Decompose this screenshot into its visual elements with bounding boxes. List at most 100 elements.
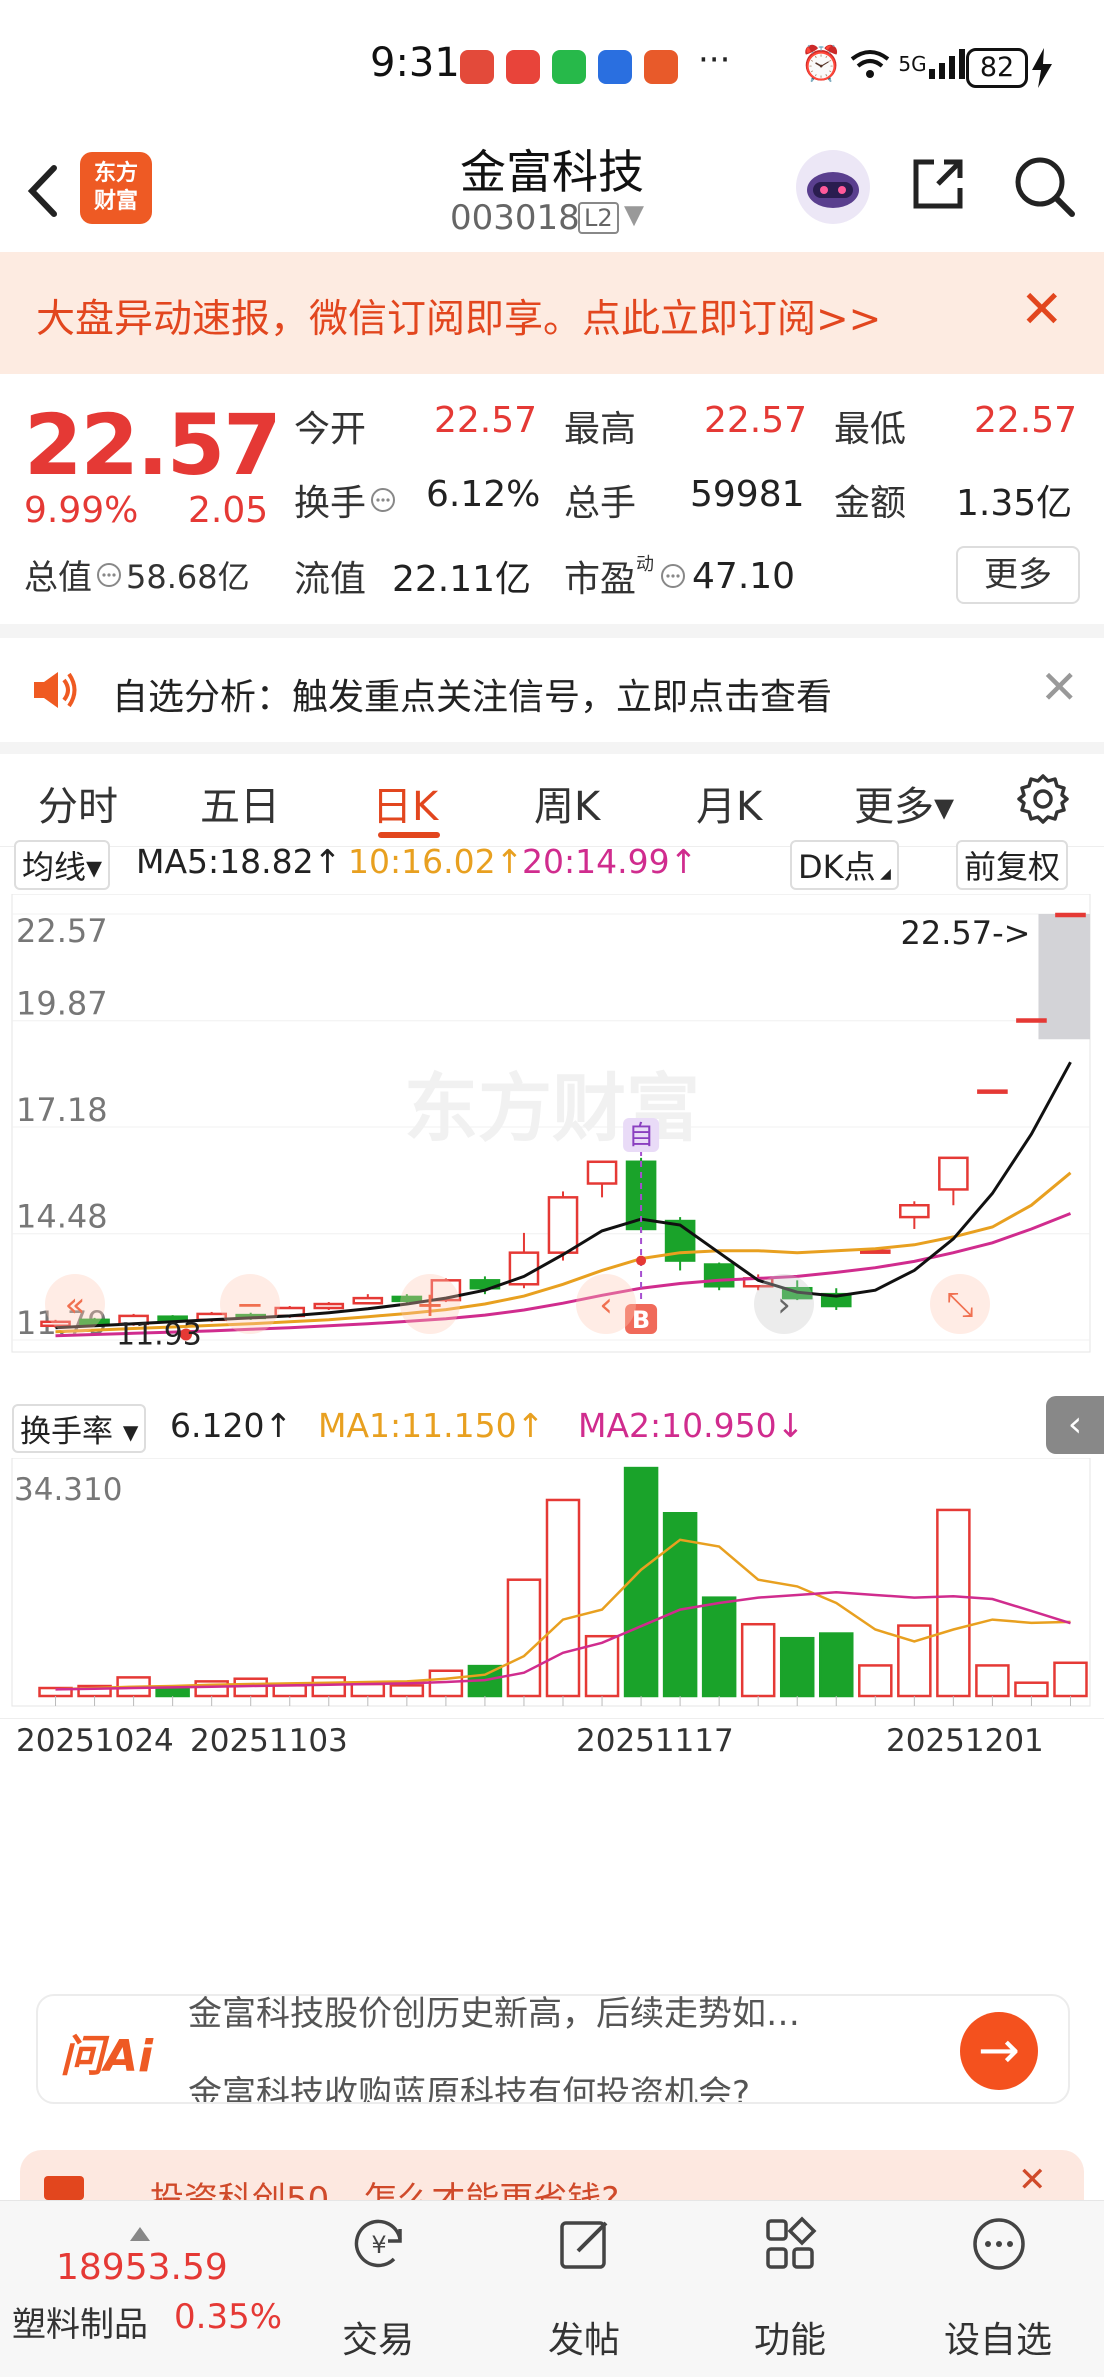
mktcap-value: 58.68亿 xyxy=(126,557,250,596)
pe-wrap[interactable]: 市盈 动 47.10 xyxy=(564,550,795,602)
nav-functions[interactable]: 功能 xyxy=(720,2201,860,2377)
megaphone-icon xyxy=(44,2176,84,2200)
ma-selector[interactable]: 均线▾ xyxy=(14,840,111,890)
info-icon[interactable] xyxy=(370,487,396,513)
alarm-icon: ⏰ xyxy=(800,44,843,84)
turnover-bar xyxy=(311,1676,347,1698)
date-tick-1: 20251024 xyxy=(16,1723,174,1759)
sector-name: 塑料制品 xyxy=(12,2305,148,2345)
close-icon[interactable]: ✕ xyxy=(1018,2160,1047,2200)
turnover-max-label: 34.310 xyxy=(14,1472,122,1508)
turnover-ma1: MA1:11.150↑ xyxy=(318,1406,545,1445)
tab-intraday[interactable]: 分时 xyxy=(38,774,118,832)
dk-point-selector[interactable]: DK点 ◢ xyxy=(790,840,899,890)
signal-icon xyxy=(928,49,965,79)
high-label: 最高 xyxy=(564,409,637,450)
network-type: 5G xyxy=(898,52,927,76)
chart-control-icon: − xyxy=(236,1285,265,1325)
turnover-bar xyxy=(897,1624,932,1698)
chevron-down-icon[interactable]: ▼ xyxy=(624,200,644,230)
tab-five-day[interactable]: 五日 xyxy=(200,774,280,832)
battery-indicator: 82 xyxy=(966,48,1028,88)
promo-banner[interactable]: 投资科创50，怎么才能更省钱? ✕ xyxy=(20,2150,1084,2200)
candle-body xyxy=(1055,912,1086,918)
ma10-value: 10:16.02↑ xyxy=(348,842,524,881)
stock-header: 东方 财富 金富科技 003018 L2 ▼ xyxy=(0,136,1104,253)
share-icon[interactable] xyxy=(908,154,968,214)
ma20-value: 20:14.99↑ xyxy=(522,842,698,881)
float-label: 流值 xyxy=(294,559,367,600)
candle-body xyxy=(352,1296,384,1305)
level2-badge[interactable]: L2 xyxy=(578,202,619,234)
app-icon-4 xyxy=(598,50,632,84)
y-tick-label: 22.57 xyxy=(16,912,108,950)
chart-control-icon: « xyxy=(65,1285,86,1325)
close-icon[interactable]: ✕ xyxy=(1020,280,1064,340)
yen-glyph: ¥ xyxy=(371,2231,386,2259)
indicator-selector[interactable]: 换手率 ▾ xyxy=(12,1404,147,1453)
nav-trade[interactable]: ¥ 交易 xyxy=(308,2201,448,2377)
ai-question-box[interactable]: 问Ai 金富科技股价创历史新高，后续走势如… 金富科技收购蓝原科技有何投资机会?… xyxy=(36,1994,1070,2104)
turnover-label-wrap[interactable]: 换手 xyxy=(294,474,396,526)
info-icon[interactable] xyxy=(660,563,686,589)
more-notifications-icon: ··· xyxy=(698,40,731,80)
app-icon-3 xyxy=(552,50,586,84)
gear-icon[interactable] xyxy=(1016,772,1070,826)
turnover-bar xyxy=(975,1664,1010,1698)
tab-weekly-k[interactable]: 周K xyxy=(534,774,600,832)
info-icon[interactable] xyxy=(96,562,122,588)
nav-post[interactable]: 发帖 xyxy=(514,2201,654,2377)
trade-icon: ¥ xyxy=(354,2219,402,2268)
system-icons: ⏰ 5G xyxy=(800,44,967,84)
subscribe-banner[interactable]: 大盘异动速报，微信订阅即享。点此立即订阅>> ✕ xyxy=(0,252,1104,374)
app-icon-1 xyxy=(460,50,494,84)
candlestick-chart[interactable]: 22.5719.8717.1814.4811.79东方财富22.57->自B11… xyxy=(0,894,1104,1354)
y-tick-label: 14.48 xyxy=(16,1198,108,1236)
status-bar: 9:31 ··· ⏰ 5G 82 xyxy=(0,0,1104,136)
turnover-bar xyxy=(389,1684,425,1698)
tab-monthly-k[interactable]: 月K xyxy=(696,774,762,832)
candle-body xyxy=(977,1089,1008,1094)
tab-more[interactable]: 更多▾ xyxy=(854,774,954,832)
status-time: 9:31 xyxy=(370,40,460,86)
pe-type: 动 xyxy=(636,554,655,575)
banner-text[interactable]: 大盘异动速报，微信订阅即享。点此立即订阅>> xyxy=(36,288,881,344)
promo-text[interactable]: 投资科创50，怎么才能更省钱? xyxy=(150,2172,619,2200)
turnover-bar xyxy=(1053,1661,1088,1698)
more-button[interactable]: 更多 xyxy=(956,546,1080,604)
sector-index[interactable]: 18953.59 塑料制品 0.35% xyxy=(0,2201,290,2377)
search-icon[interactable] xyxy=(1012,154,1078,220)
adjust-mode-button[interactable]: 前复权 xyxy=(956,840,1069,890)
app-icon-2 xyxy=(506,50,540,84)
arrow-right-icon[interactable]: → xyxy=(960,2012,1038,2090)
sector-change: 0.35% xyxy=(174,2297,283,2337)
nav-add-watchlist[interactable]: 设自选 xyxy=(928,2201,1068,2377)
ai-assistant-avatar[interactable] xyxy=(796,150,870,224)
low-label: 最低 xyxy=(834,409,907,450)
date-tick-3: 20251117 xyxy=(576,1723,734,1759)
turnover-bar xyxy=(779,1636,815,1698)
ai-question-2[interactable]: 金富科技收购蓝原科技有何投资机会? xyxy=(188,2066,750,2102)
ai-logo: 问Ai xyxy=(60,2031,154,2082)
candle-body xyxy=(859,1249,891,1254)
collapse-panel-button[interactable]: ‹ xyxy=(1046,1396,1104,1454)
ma5-value: MA5:18.82↑ xyxy=(136,842,342,881)
date-tick-4: 20251201 xyxy=(886,1723,1044,1759)
mktcap-wrap[interactable]: 总值 58.68亿 xyxy=(24,550,250,599)
candle-body xyxy=(547,1196,579,1254)
ai-question-1[interactable]: 金富科技股价创历史新高，后续走势如… xyxy=(188,1996,800,2035)
nav-add-watchlist-label: 设自选 xyxy=(943,2320,1052,2361)
mktcap-label: 总值 xyxy=(24,558,92,598)
analysis-strip[interactable]: 自选分析：触发重点关注信号，立即点击查看 ✕ xyxy=(0,624,1104,742)
analysis-text[interactable]: 自选分析：触发重点关注信号，立即点击查看 xyxy=(112,668,832,720)
sector-index-value: 18953.59 xyxy=(56,2247,228,2288)
turnover-bar xyxy=(350,1682,386,1698)
tab-daily-k[interactable]: 日K xyxy=(372,774,438,832)
self-marker: 自 xyxy=(628,1121,654,1151)
turnover-chart[interactable]: 34.310 xyxy=(0,1458,1104,1708)
turnover-bar xyxy=(272,1684,307,1698)
pe-value: 47.10 xyxy=(692,555,796,597)
close-icon[interactable]: ✕ xyxy=(1040,660,1079,714)
chart-control-icon: ‹ xyxy=(599,1285,613,1325)
pe-label: 市盈 xyxy=(564,559,637,600)
